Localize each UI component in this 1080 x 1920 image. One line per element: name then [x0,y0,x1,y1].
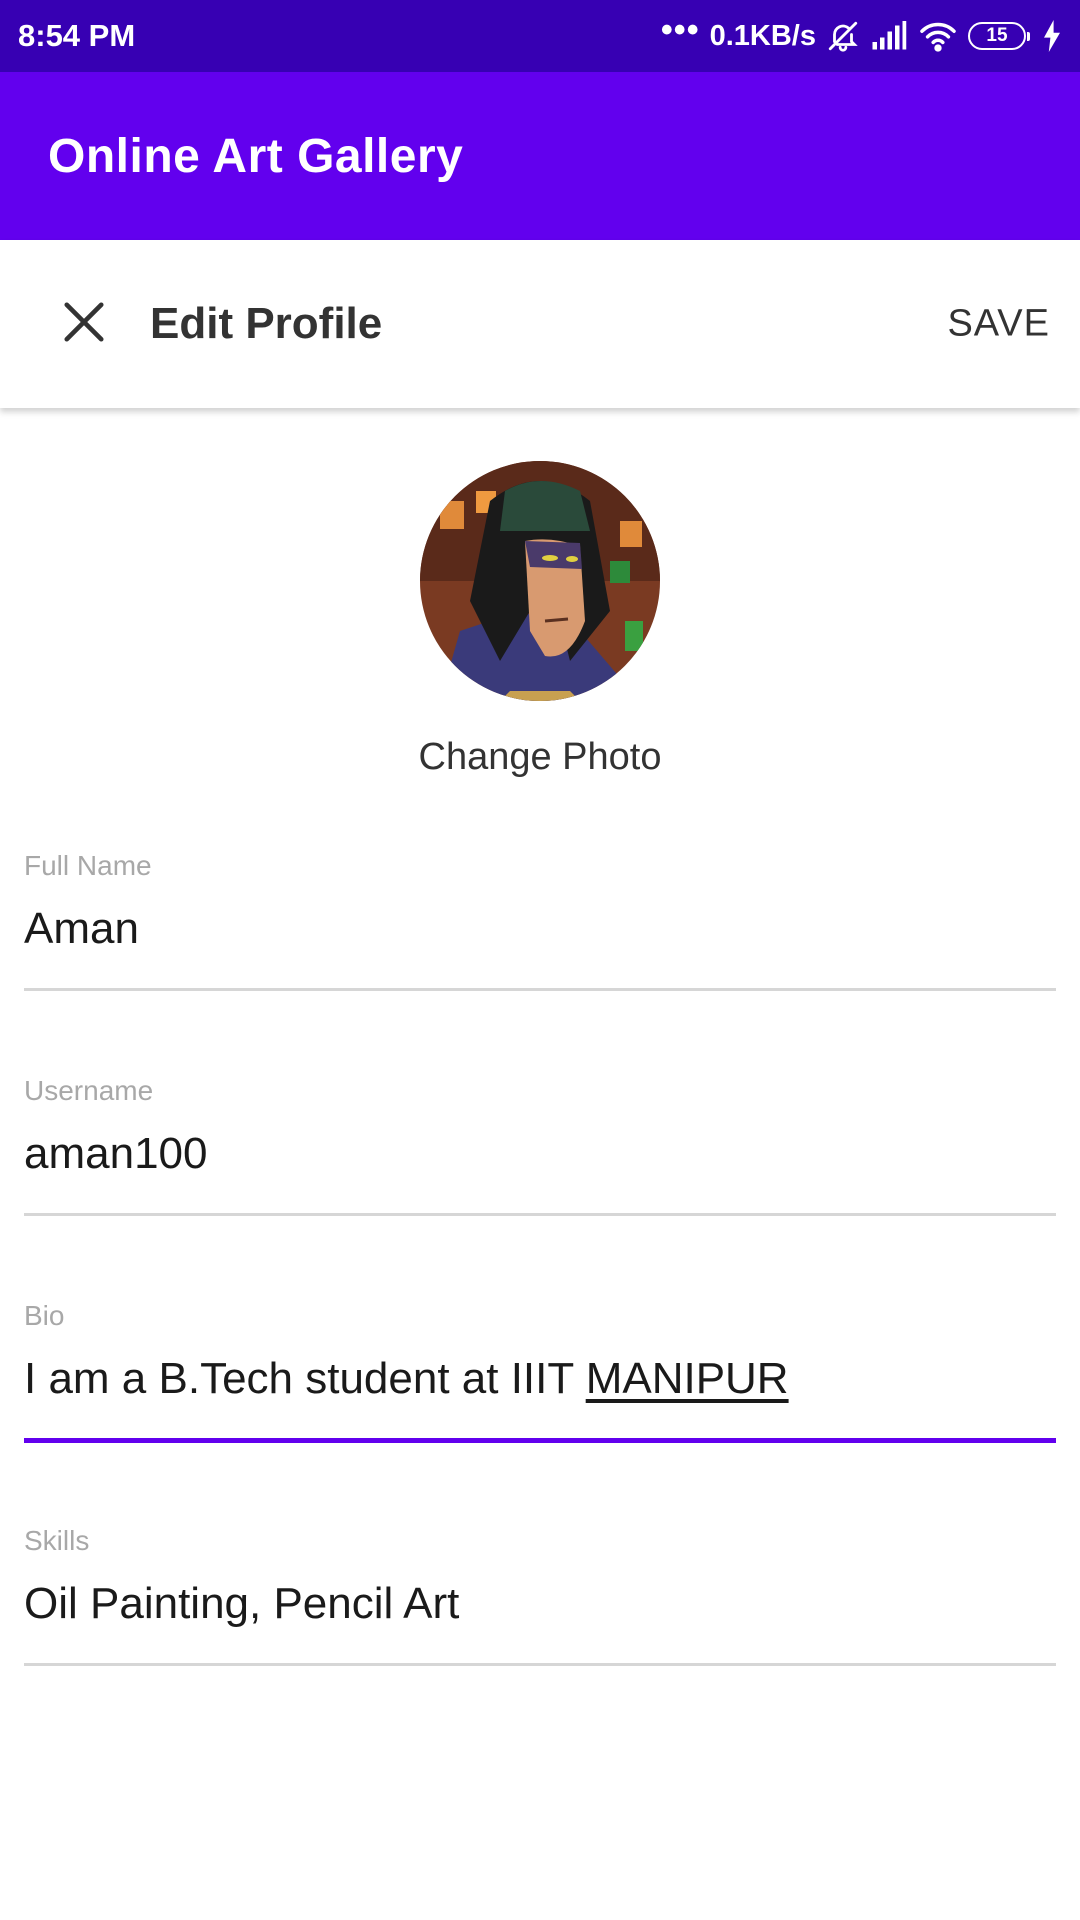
edit-profile-toolbar: Edit Profile SAVE [0,240,1080,408]
charging-icon [1042,20,1062,52]
status-time: 8:54 PM [18,18,136,53]
wifi-icon [918,20,958,52]
username-underline [24,1213,1056,1216]
status-icons: ••• 0.1KB/s 15 [661,13,1062,53]
notification-dots: ••• [660,11,700,49]
signal-icon [870,21,908,51]
full-name-underline [24,988,1056,991]
battery-icon: 15 [968,22,1030,50]
bio-underline-active [24,1438,1056,1443]
bio-field[interactable]: Bio I am a B.Tech student at IIIT MANIPU… [24,1300,1056,1445]
bio-input[interactable]: I am a B.Tech student at IIIT MANIPUR [24,1354,1056,1404]
username-field[interactable]: Username aman100 [24,1075,1056,1217]
network-speed: 0.1KB/s [709,19,816,52]
bio-text-underlined: MANIPUR [585,1354,789,1403]
avatar[interactable] [420,461,660,701]
full-name-field[interactable]: Full Name Aman [24,850,1056,992]
close-icon [61,299,107,350]
save-button[interactable]: SAVE [947,303,1050,346]
app-bar: Online Art Gallery [0,72,1080,240]
bio-label: Bio [24,1300,65,1331]
close-button[interactable] [48,288,120,360]
full-name-label: Full Name [24,850,152,881]
app-title: Online Art Gallery [48,129,464,183]
skills-label: Skills [24,1525,90,1556]
mute-icon [826,19,860,53]
change-photo-button[interactable]: Change Photo [0,736,1080,779]
status-bar: 8:54 PM ••• 0.1KB/s 15 [0,0,1080,72]
bio-text: I am a B.Tech student at IIIT [24,1354,586,1403]
full-name-input[interactable]: Aman [24,904,1056,954]
username-label: Username [24,1075,154,1106]
skills-underline [24,1663,1056,1666]
battery-level: 15 [986,25,1008,46]
username-input[interactable]: aman100 [24,1129,1056,1179]
page-title: Edit Profile [150,299,383,348]
skills-input[interactable]: Oil Painting, Pencil Art [24,1579,1056,1629]
skills-field[interactable]: Skills Oil Painting, Pencil Art [24,1525,1056,1667]
